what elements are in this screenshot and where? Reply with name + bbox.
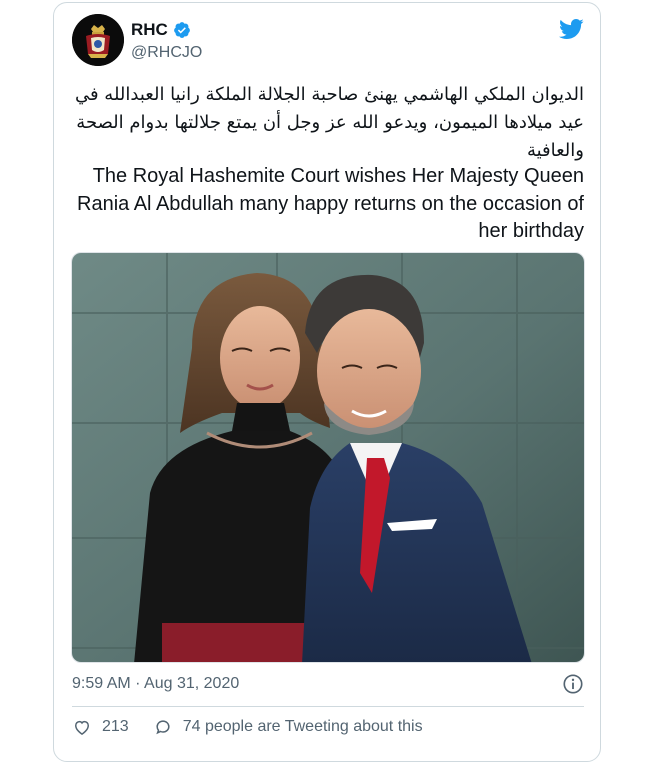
author-name-row[interactable]: RHC <box>131 20 191 40</box>
speech-bubble-icon <box>155 720 170 735</box>
royal-couple-portrait-image <box>72 253 584 662</box>
conversation-link[interactable]: 74 people are Tweeting about this <box>153 717 423 737</box>
author-name[interactable]: RHC <box>131 20 168 40</box>
info-icon[interactable] <box>562 673 584 695</box>
author-avatar[interactable] <box>72 14 124 66</box>
conversation-text: 74 people are Tweeting about this <box>182 718 423 735</box>
twitter-bird-icon[interactable] <box>558 16 584 42</box>
tweet-actions: 213 74 people are Tweeting about this <box>72 717 423 737</box>
verified-badge-icon <box>173 22 190 38</box>
author-handle[interactable]: @RHCJO <box>131 44 202 62</box>
tweet-text-english: The Royal Hashemite Court wishes Her Maj… <box>77 165 584 242</box>
like-count: 213 <box>102 718 129 735</box>
like-button[interactable]: 213 <box>72 717 129 737</box>
heart-icon <box>74 720 90 735</box>
tweet-text-arabic: الديوان الملكي الهاشمي يهنئ صاحبة الجلال… <box>74 84 584 161</box>
royal-crest-logo <box>72 14 124 66</box>
divider <box>72 706 584 707</box>
tweet-photo[interactable] <box>71 252 585 663</box>
tweet-card: RHC @RHCJO الديوان الملكي الهاشمي يهنئ ص… <box>53 2 601 762</box>
tweet-timestamp[interactable]: 9:59 AM · Aug 31, 2020 <box>72 675 239 693</box>
